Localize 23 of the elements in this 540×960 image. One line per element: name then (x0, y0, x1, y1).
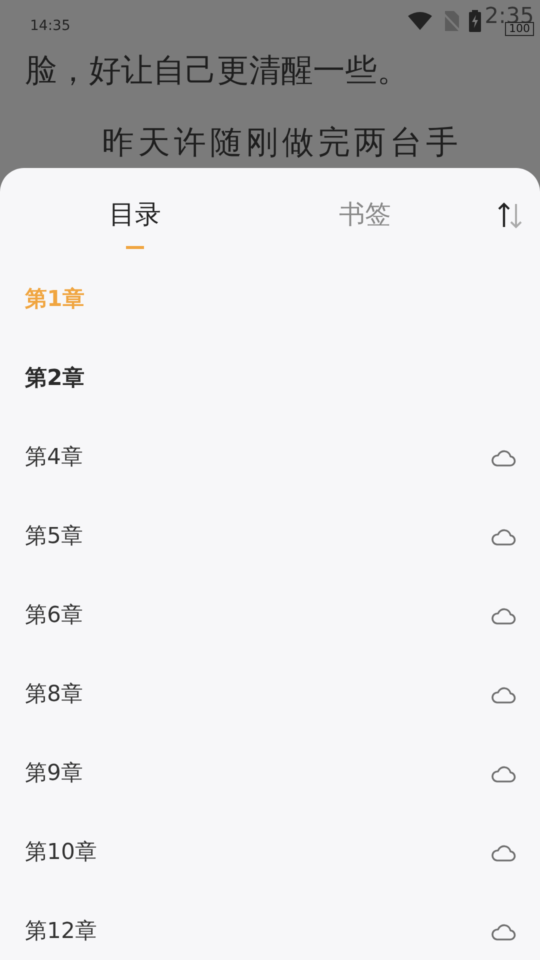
chapter-item[interactable]: 第10章 (0, 813, 540, 892)
cloud-icon (490, 448, 516, 466)
chapter-item[interactable]: 第9章 (0, 734, 540, 813)
cloud-icon (490, 764, 516, 782)
cloud-icon (490, 606, 516, 624)
tab[interactable]: 目录 (109, 198, 161, 249)
cloud-icon (490, 844, 516, 862)
wifi-icon (406, 11, 433, 31)
battery-icon (468, 10, 481, 32)
battery-level: 100 (505, 22, 534, 36)
cloud-icon (490, 528, 516, 546)
chapter-item[interactable]: 第6章 (0, 576, 540, 655)
cloud-icon (490, 686, 516, 704)
chapter-item[interactable]: 第12章 (0, 892, 540, 960)
sort-icon (496, 201, 524, 229)
chapter-item[interactable]: 第8章 (0, 655, 540, 734)
reading-text: 脸，好让自己更清醒一些。 (25, 50, 410, 91)
status-time: 14:35 (30, 17, 70, 36)
chapter-item[interactable]: 第2章 (0, 339, 540, 418)
reading-text: 昨天许随刚做完两台手 (102, 122, 463, 163)
cloud-icon (490, 922, 516, 940)
chapter-item[interactable]: 第5章 (0, 497, 540, 576)
chapter-item[interactable]: 第4章 (0, 418, 540, 497)
